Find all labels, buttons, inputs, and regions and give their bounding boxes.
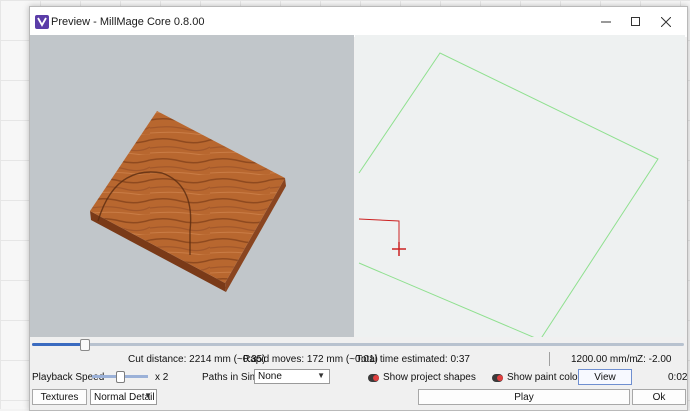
feed-rate-text: 1200.00 mm/m <box>571 354 638 365</box>
total-time-text: Total time estimated: 0:37 <box>356 354 470 365</box>
minimize-button[interactable] <box>591 7 621 37</box>
elapsed-time: 0:02 <box>668 372 688 383</box>
ok-button[interactable]: Ok <box>632 389 686 405</box>
chevron-down-icon: ▼ <box>317 371 325 380</box>
preview-window: Preview - MillMage Core 0.8.00 Cut dista… <box>29 6 688 411</box>
timeline-progress <box>32 343 85 346</box>
wood-workpiece <box>90 111 286 292</box>
3d-preview-viewport[interactable] <box>30 35 354 337</box>
close-icon <box>661 17 671 27</box>
divider <box>549 352 550 366</box>
paths-in-sim-dropdown[interactable]: None ▼ <box>254 369 330 384</box>
z-position-text: Z: -2.00 <box>637 354 672 365</box>
maximize-button[interactable] <box>621 7 651 37</box>
window-title: Preview - MillMage Core 0.8.00 <box>51 16 205 28</box>
toolpath-outline <box>358 52 659 337</box>
view-button[interactable]: View <box>578 369 632 385</box>
show-paint-colors-label: Show paint colors <box>507 372 586 383</box>
millmage-app-icon <box>35 15 49 29</box>
playback-speed-thumb[interactable] <box>116 371 125 383</box>
show-project-shapes-label: Show project shapes <box>383 372 476 383</box>
maximize-icon <box>631 17 640 26</box>
show-project-shapes-toggle[interactable] <box>368 374 379 382</box>
textures-button[interactable]: Textures <box>32 389 87 405</box>
paths-in-sim-value: None <box>258 371 282 382</box>
minimize-icon <box>601 21 611 23</box>
playback-speed-value: x 2 <box>155 372 169 383</box>
title-bar: Preview - MillMage Core 0.8.00 <box>30 7 687 37</box>
play-button[interactable]: Play <box>418 389 630 405</box>
paths-in-sim-label: Paths in Sim: <box>202 372 261 383</box>
show-paint-colors-toggle[interactable] <box>492 374 503 382</box>
close-button[interactable] <box>651 7 681 37</box>
timeline-slider-thumb[interactable] <box>80 339 91 351</box>
timeline-slider[interactable] <box>32 339 684 351</box>
detail-level-dropdown[interactable]: Normal Detail ▼ <box>90 389 157 405</box>
tool-position-marker <box>392 242 406 256</box>
chevron-down-icon: ▼ <box>144 391 152 400</box>
toolpath-2d-viewport[interactable] <box>355 35 685 337</box>
